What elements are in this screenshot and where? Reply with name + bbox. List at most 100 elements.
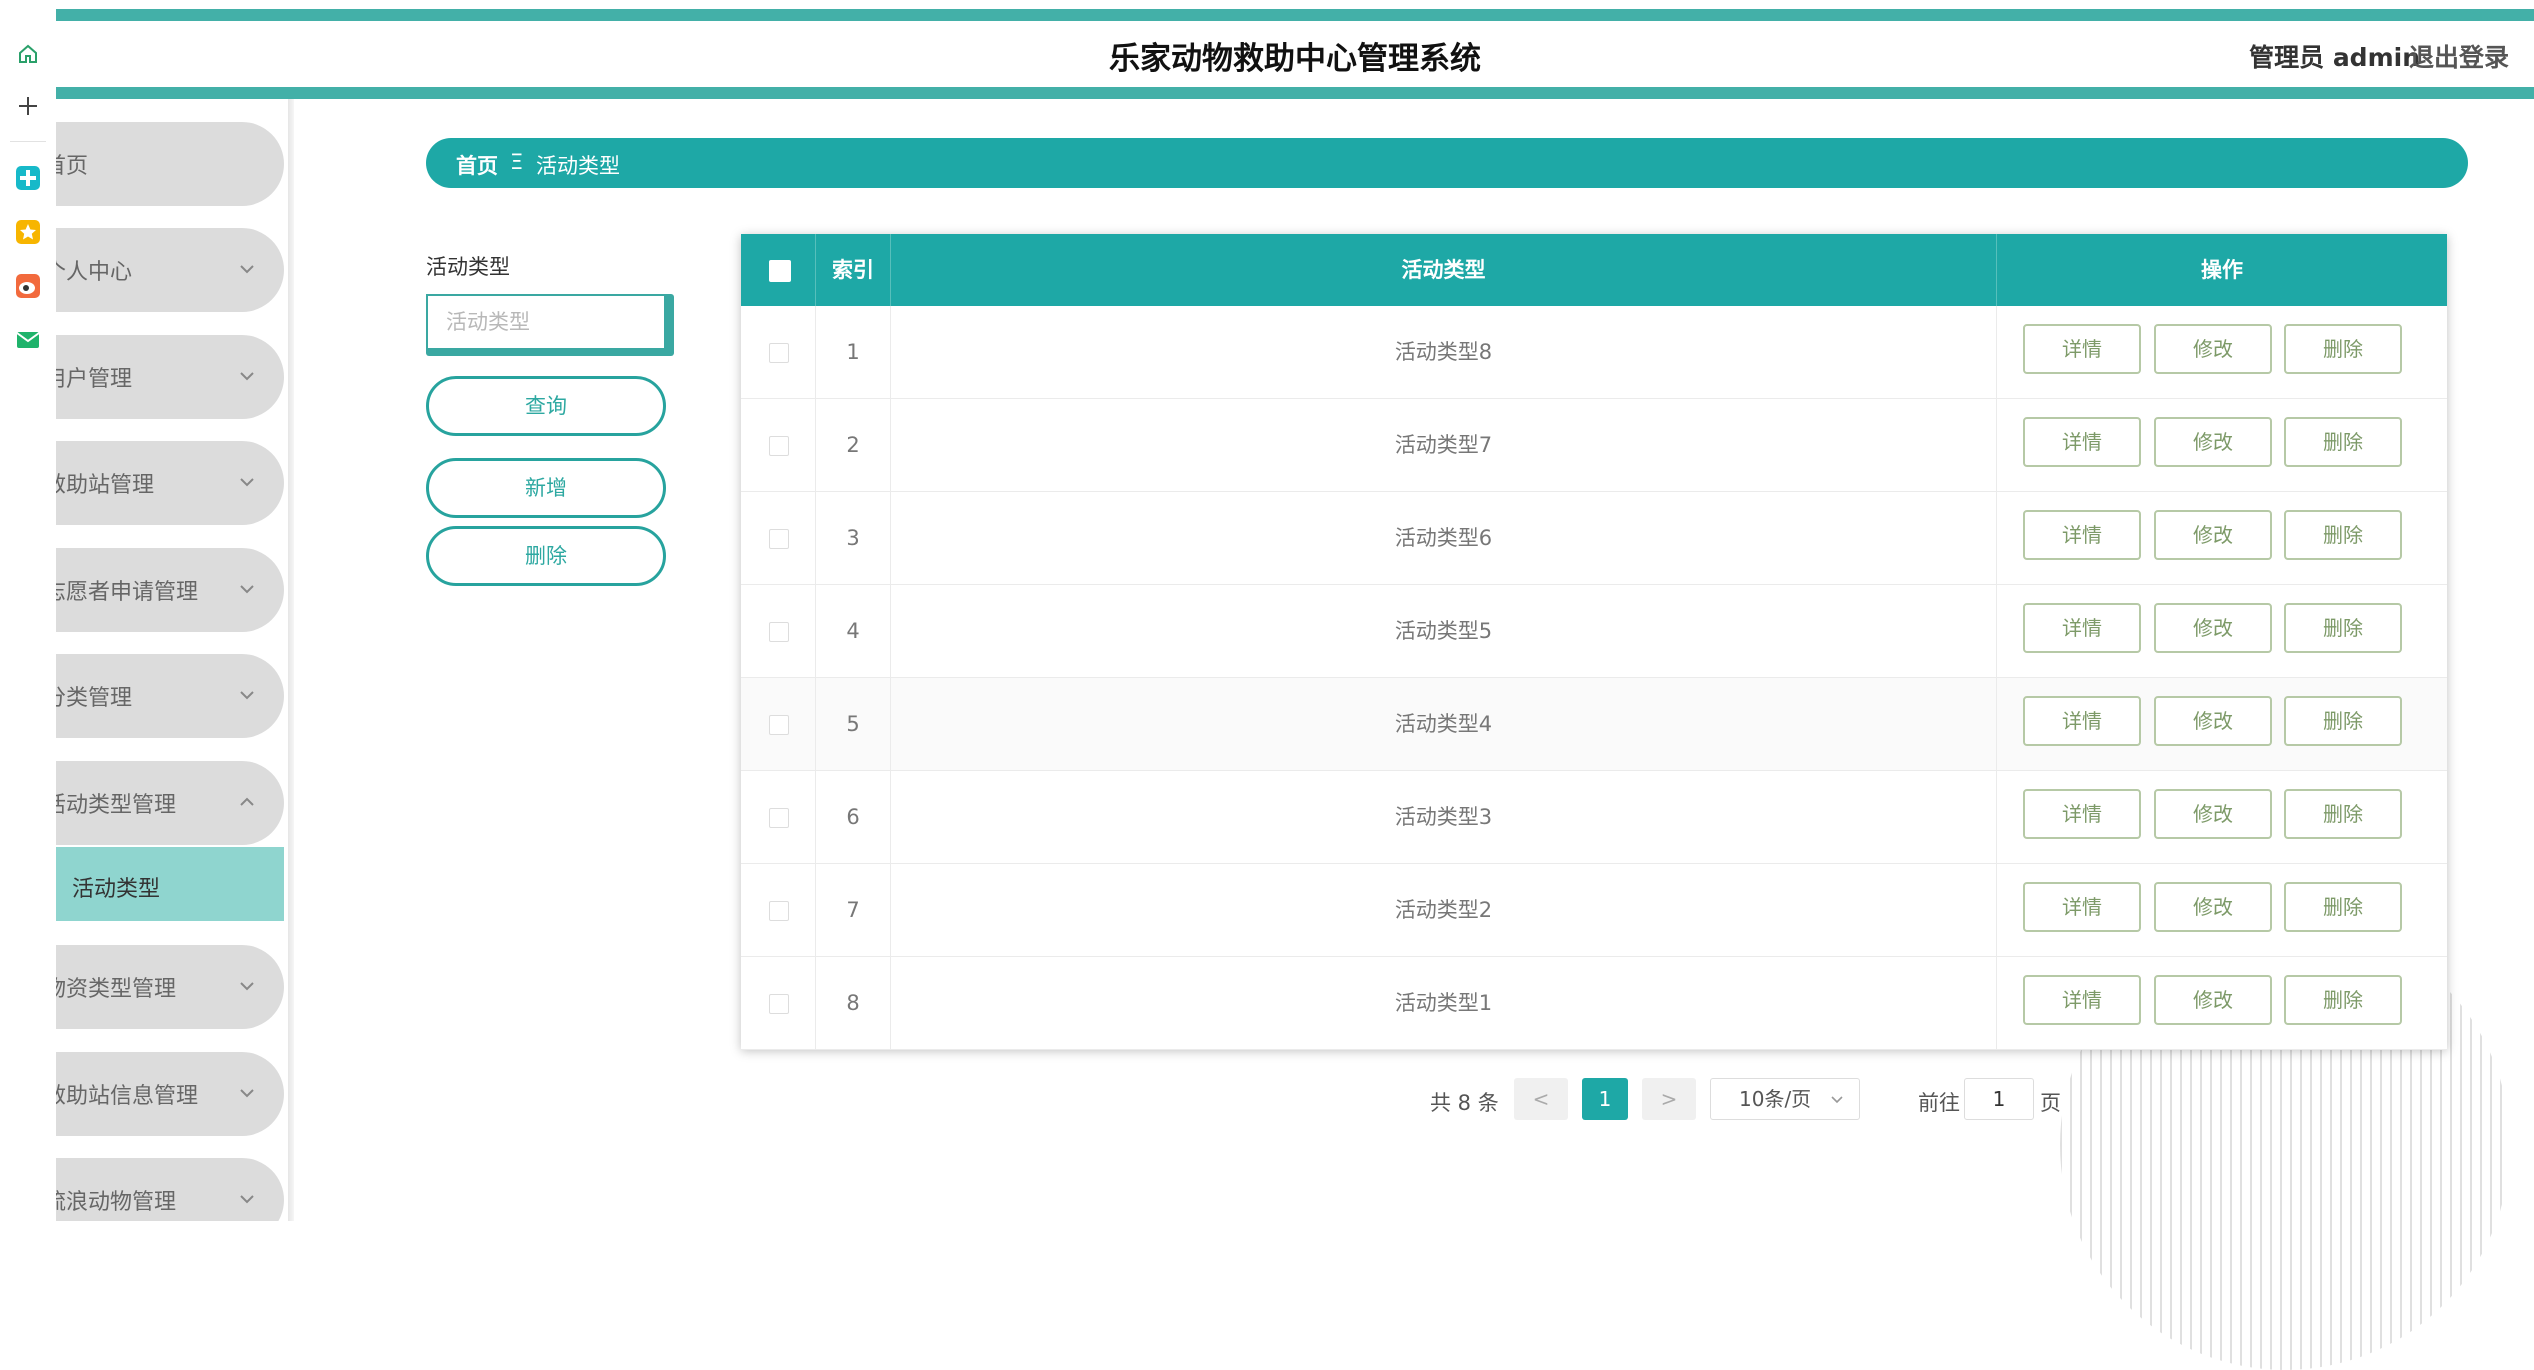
breadcrumb-home[interactable]: 首页 <box>456 150 498 180</box>
sidebar-item-rescue-station-info[interactable]: 救助站信息管理 <box>56 1052 284 1136</box>
delete-button[interactable]: 删除 <box>2284 510 2402 560</box>
sidebar-subitem-activity-type[interactable]: 活动类型 <box>56 847 284 921</box>
chevron-down-icon <box>240 1195 254 1204</box>
chevron-down-icon <box>240 585 254 594</box>
app-header: 乐家动物救助中心管理系统 管理员 admin 退出登录 <box>56 21 2534 87</box>
row-actions: 详情 修改 删除 <box>1997 678 2447 770</box>
sidebar-item-volunteer-application[interactable]: 志愿者申请管理 <box>56 548 284 632</box>
sidebar-item-home[interactable]: 首页 <box>56 122 284 206</box>
chevron-down-icon <box>240 478 254 487</box>
row-checkbox[interactable] <box>769 715 789 735</box>
search-input-wrapper <box>426 294 674 356</box>
table-row: 2 活动类型7 详情 修改 删除 <box>741 399 2447 492</box>
column-header-actions: 操作 <box>2201 258 2243 282</box>
sidebar-item-personal-center[interactable]: 个人中心 <box>56 228 284 312</box>
detail-button[interactable]: 详情 <box>2023 789 2141 839</box>
delete-button[interactable]: 删除 <box>2284 417 2402 467</box>
row-actions: 详情 修改 删除 <box>1997 864 2447 956</box>
sidebar-item-activity-type-management[interactable]: 活动类型管理 <box>56 761 284 845</box>
row-select-cell <box>741 492 816 584</box>
table-row: 5 活动类型4 详情 修改 删除 <box>741 678 2447 771</box>
puzzle-icon[interactable] <box>12 162 44 194</box>
add-button[interactable]: 新增 <box>426 458 666 518</box>
detail-button[interactable]: 详情 <box>2023 882 2141 932</box>
row-actions: 详情 修改 删除 <box>1997 399 2447 491</box>
row-checkbox[interactable] <box>769 436 789 456</box>
table-row: 4 活动类型5 详情 修改 删除 <box>741 585 2447 678</box>
edit-button[interactable]: 修改 <box>2154 417 2272 467</box>
column-header-activity-type: 活动类型 <box>891 234 1997 306</box>
pagination-goto-label: 前往 <box>1918 1091 1960 1115</box>
row-checkbox[interactable] <box>769 622 789 642</box>
detail-button[interactable]: 详情 <box>2023 975 2141 1025</box>
sidebar-item-rescue-station[interactable]: 救助站管理 <box>56 441 284 525</box>
row-index: 2 <box>816 399 891 491</box>
row-actions: 详情 修改 删除 <box>1997 306 2447 398</box>
header-bottom-band <box>56 87 2534 99</box>
detail-button[interactable]: 详情 <box>2023 696 2141 746</box>
column-header-index: 索引 <box>816 234 891 306</box>
chevron-down-icon <box>240 372 254 381</box>
data-table: 索引 活动类型 操作 1 活动类型8 详情 修改 删除 2 活动类型7 详情 修改 删除 3 活动类型… <box>741 234 2447 1050</box>
detail-button[interactable]: 详情 <box>2023 417 2141 467</box>
edit-button[interactable]: 修改 <box>2154 789 2272 839</box>
pagination-page-suffix: 页 <box>2040 1091 2061 1115</box>
pagination-total: 共 8 条 <box>1430 1091 1499 1115</box>
chevron-down-icon <box>240 691 254 700</box>
pagination-goto-input[interactable] <box>1964 1078 2034 1120</box>
row-index: 1 <box>816 306 891 398</box>
batch-delete-button[interactable]: 删除 <box>426 526 666 586</box>
weibo-icon[interactable] <box>12 270 44 302</box>
page-size-select[interactable]: 10条/页 <box>1710 1078 1860 1120</box>
mail-icon[interactable] <box>12 324 44 356</box>
delete-button[interactable]: 删除 <box>2284 975 2402 1025</box>
edit-button[interactable]: 修改 <box>2154 975 2272 1025</box>
plus-icon[interactable] <box>12 90 44 122</box>
row-checkbox[interactable] <box>769 994 789 1014</box>
delete-button[interactable]: 删除 <box>2284 603 2402 653</box>
row-index: 7 <box>816 864 891 956</box>
pagination-prev-button[interactable]: < <box>1514 1078 1568 1120</box>
chevron-down-icon <box>240 265 254 274</box>
row-select-cell <box>741 864 816 956</box>
edit-button[interactable]: 修改 <box>2154 510 2272 560</box>
sidebar-item-label: 个人中心 <box>56 260 133 285</box>
row-actions: 详情 修改 删除 <box>1997 585 2447 677</box>
detail-button[interactable]: 详情 <box>2023 510 2141 560</box>
home-icon[interactable] <box>12 38 44 70</box>
detail-button[interactable]: 详情 <box>2023 603 2141 653</box>
row-activity-type: 活动类型3 <box>891 771 1997 863</box>
sidebar-item-label: 救助站管理 <box>56 473 155 498</box>
edit-button[interactable]: 修改 <box>2154 603 2272 653</box>
row-checkbox[interactable] <box>769 808 789 828</box>
edit-button[interactable]: 修改 <box>2154 882 2272 932</box>
row-checkbox[interactable] <box>769 343 789 363</box>
delete-button[interactable]: 删除 <box>2284 789 2402 839</box>
detail-button[interactable]: 详情 <box>2023 324 2141 374</box>
sidebar-item-label: 物资类型管理 <box>56 977 177 1002</box>
sidebar-item-label: 救助站信息管理 <box>56 1084 199 1109</box>
row-checkbox[interactable] <box>769 529 789 549</box>
sidebar-item-user-management[interactable]: 用户管理 <box>56 335 284 419</box>
breadcrumb-current: 活动类型 <box>536 154 620 178</box>
strip-divider <box>10 141 46 142</box>
sidebar-item-supply-type-management[interactable]: 物资类型管理 <box>56 945 284 1029</box>
query-button[interactable]: 查询 <box>426 376 666 436</box>
search-input[interactable] <box>426 294 666 350</box>
logout-link[interactable]: 退出登录 <box>2409 38 2509 74</box>
delete-button[interactable]: 删除 <box>2284 882 2402 932</box>
pagination-page-1[interactable]: 1 <box>1582 1078 1628 1120</box>
edit-button[interactable]: 修改 <box>2154 696 2272 746</box>
delete-button[interactable]: 删除 <box>2284 324 2402 374</box>
delete-button[interactable]: 删除 <box>2284 696 2402 746</box>
chevron-down-icon <box>240 1089 254 1098</box>
select-all-checkbox[interactable] <box>769 260 791 282</box>
pagination-next-button[interactable]: > <box>1642 1078 1696 1120</box>
edit-button[interactable]: 修改 <box>2154 324 2272 374</box>
table-row: 3 活动类型6 详情 修改 删除 <box>741 492 2447 585</box>
breadcrumb-separator: Ξ <box>510 150 524 174</box>
row-checkbox[interactable] <box>769 901 789 921</box>
sidebar-item-category-management[interactable]: 分类管理 <box>56 654 284 738</box>
star-icon[interactable] <box>12 216 44 248</box>
sidebar-item-stray-animal-management[interactable]: 流浪动物管理 <box>56 1158 284 1221</box>
